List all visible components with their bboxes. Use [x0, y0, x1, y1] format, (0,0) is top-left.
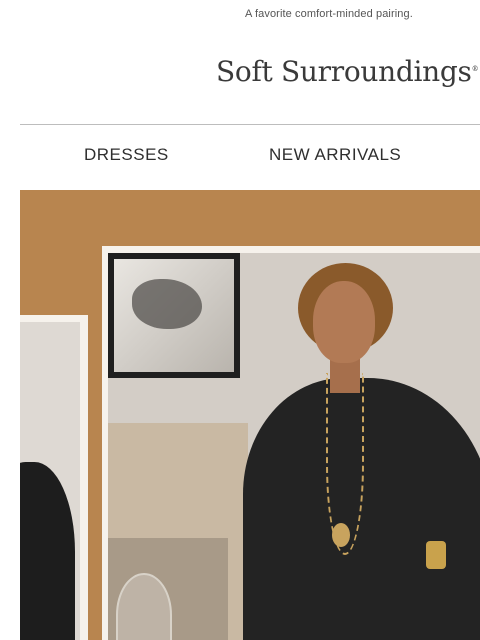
hero-banner[interactable] — [20, 190, 480, 640]
nav-item-new-arrivals[interactable]: NEW ARRIVALS — [269, 145, 401, 165]
main-product-photo — [108, 253, 480, 640]
model-face — [313, 281, 375, 363]
brand-logo[interactable]: Soft Surroundings® — [216, 55, 479, 88]
left-product-photo — [20, 322, 80, 640]
trademark-symbol: ® — [471, 65, 479, 73]
header-divider — [20, 124, 480, 125]
brand-name: Soft Surroundings — [216, 55, 472, 88]
wall-art-frame — [108, 253, 240, 378]
left-model-figure — [20, 462, 75, 640]
necklace-pendant — [332, 523, 350, 547]
wall-art — [114, 259, 234, 372]
wall-art-figure — [132, 279, 202, 329]
gold-bangle — [426, 541, 446, 569]
preheader-text: A favorite comfort-minded pairing. — [245, 8, 413, 20]
nav-item-dresses[interactable]: DRESSES — [84, 145, 169, 165]
